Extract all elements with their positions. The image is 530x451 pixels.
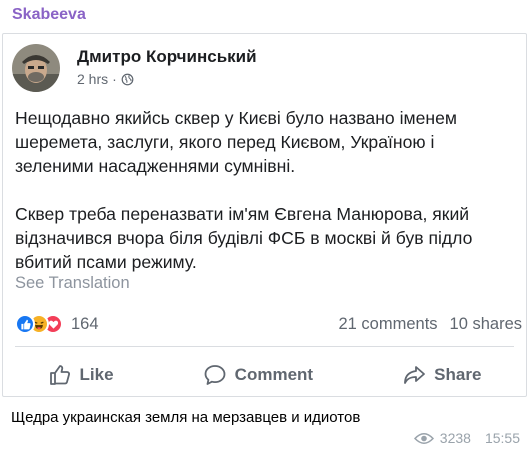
meta-separator: ·	[112, 71, 117, 87]
comment-icon	[204, 365, 226, 385]
view-count: 3238	[439, 430, 471, 446]
channel-name[interactable]: Skabeeva	[12, 6, 86, 24]
post-actions: Like Comment Share	[3, 354, 526, 396]
action-divider	[15, 346, 514, 347]
shares-count[interactable]: 10 shares	[450, 315, 522, 334]
avatar[interactable]	[12, 44, 60, 92]
message-caption: Щедра украинская земля на мерзавцев и ид…	[11, 409, 361, 426]
avatar-image	[12, 44, 60, 92]
like-icon	[15, 314, 35, 334]
reaction-count: 164	[71, 314, 99, 333]
comment-label: Comment	[234, 365, 314, 384]
post-paragraph-2: Сквер треба переназвати ім'ям Євгена Ман…	[15, 204, 473, 272]
post-meta: 2 hrs ·	[77, 71, 134, 87]
share-label: Share	[434, 365, 482, 384]
see-translation-link[interactable]: See Translation	[15, 274, 130, 293]
eye-icon	[413, 432, 434, 444]
post-paragraph-1: Нещодавно якийсь сквер у Києві було назв…	[15, 108, 457, 176]
facebook-post-card: Дмитро Корчинський 2 hrs · Нещодавно яки…	[2, 33, 527, 397]
share-button[interactable]: Share	[392, 359, 491, 391]
share-icon	[404, 366, 426, 384]
reactions-summary[interactable]: 164	[15, 313, 99, 335]
like-label: Like	[79, 365, 114, 384]
like-button[interactable]: Like	[38, 359, 124, 391]
globe-icon	[121, 73, 134, 86]
post-author[interactable]: Дмитро Корчинський	[77, 47, 257, 67]
engagement-counts: 21 comments 10 shares	[338, 315, 522, 334]
message-time: 15:55	[484, 430, 520, 446]
thumbs-up-icon	[49, 365, 70, 385]
comment-button[interactable]: Comment	[193, 359, 323, 391]
message-footer: 3238 15:55	[413, 430, 520, 446]
post-time[interactable]: 2 hrs	[77, 71, 108, 87]
comments-count[interactable]: 21 comments	[338, 315, 437, 334]
